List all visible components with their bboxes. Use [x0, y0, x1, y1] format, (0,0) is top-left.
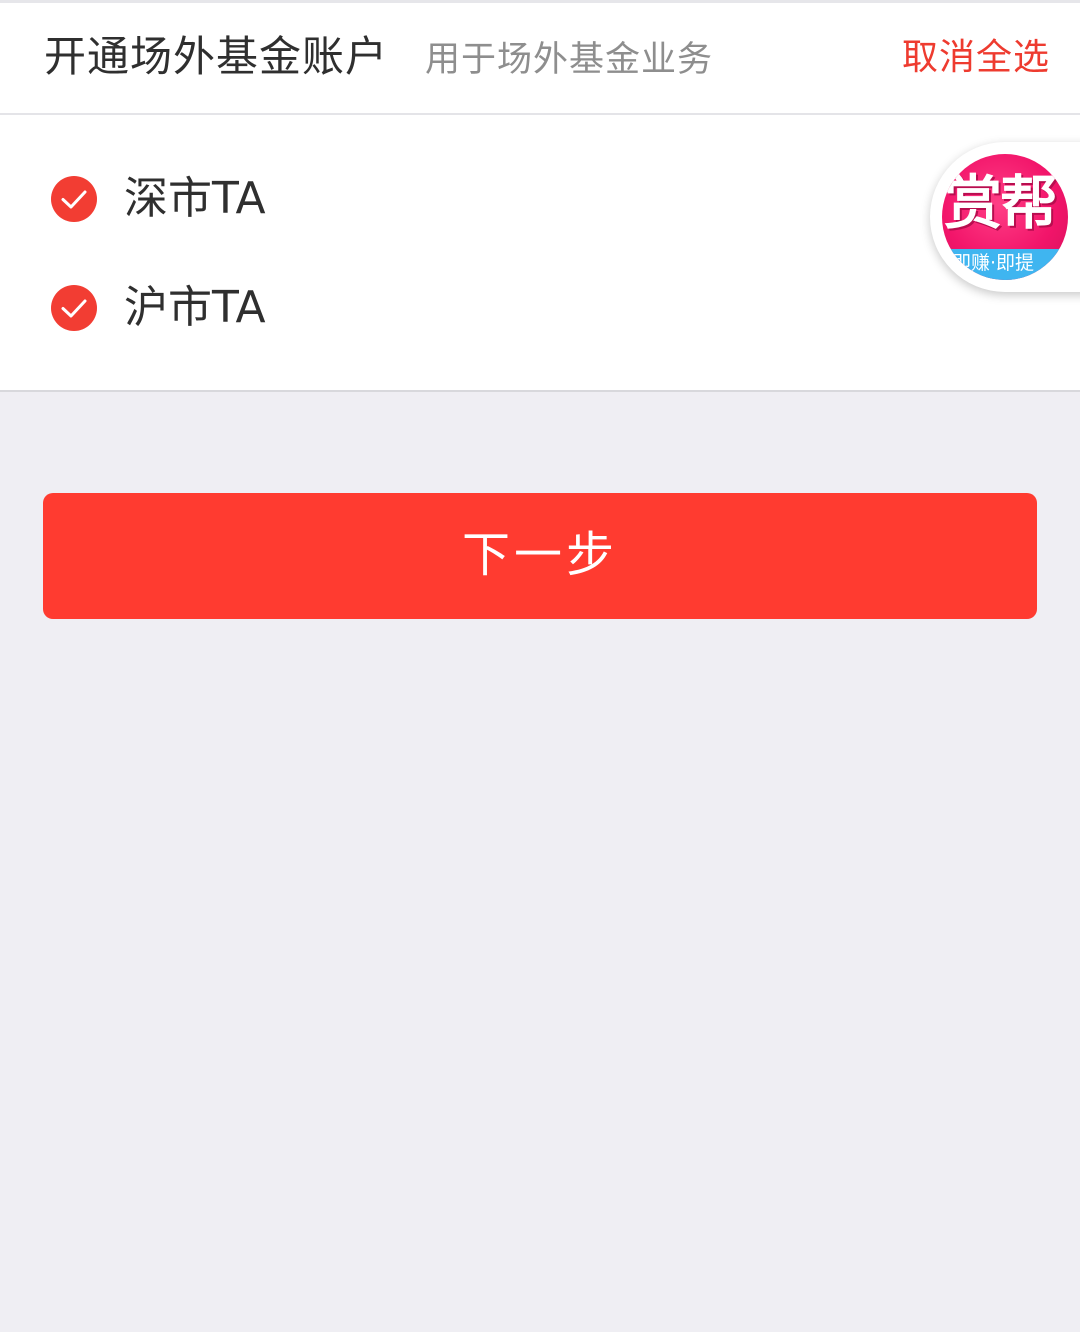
option-label: 深市TA	[124, 173, 266, 224]
next-step-label: 下一步	[461, 529, 618, 582]
option-shanghai-ta[interactable]: 沪市TA	[0, 268, 1080, 348]
badge-main-text: 赏帮	[944, 169, 1058, 237]
next-step-button[interactable]: 下一步	[43, 493, 1037, 619]
page-title: 开通场外基金账户	[44, 32, 389, 81]
cancel-all-button[interactable]: 取消全选	[902, 35, 1050, 81]
reward-badge-icon: 赏帮 即赚·即提	[942, 154, 1068, 280]
account-options-list: 深市TA 沪市TA	[0, 115, 1080, 392]
page-subtitle: 用于场外基金业务	[425, 40, 714, 80]
floating-reward-badge[interactable]: 赏帮 即赚·即提	[930, 142, 1080, 292]
option-label: 沪市TA	[124, 282, 266, 333]
badge-sub-text: 即赚·即提	[952, 252, 1035, 274]
section-header: 开通场外基金账户 用于场外基金业务 取消全选	[0, 3, 1080, 115]
checked-circle-icon[interactable]	[51, 285, 97, 331]
checked-circle-icon[interactable]	[51, 176, 97, 222]
option-shenzhen-ta[interactable]: 深市TA	[0, 159, 1080, 239]
